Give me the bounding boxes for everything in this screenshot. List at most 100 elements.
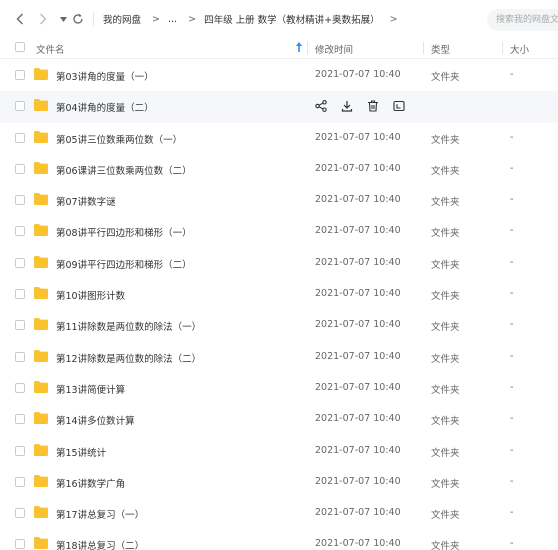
folder-icon xyxy=(34,537,48,550)
row-checkbox[interactable] xyxy=(15,226,25,237)
file-type: 文件夹 xyxy=(431,197,460,209)
row-checkbox[interactable] xyxy=(15,508,25,519)
file-name[interactable]: 第06课讲三位数乘两位数（二） xyxy=(56,163,192,177)
column-header-modified[interactable]: 修改时间 xyxy=(315,42,353,56)
table-row[interactable]: 第09讲平行四边形和梯形（二） 2021-07-07 10:40 文件夹 - xyxy=(0,248,558,279)
row-checkbox[interactable] xyxy=(15,289,25,300)
delete-icon[interactable] xyxy=(365,99,381,113)
search-input[interactable]: 搜索我的网盘文件 xyxy=(487,9,558,31)
file-name[interactable]: 第12讲除数是两位数的除法（二） xyxy=(56,351,201,365)
file-name[interactable]: 第17讲总复习（一） xyxy=(56,507,144,521)
row-checkbox[interactable] xyxy=(15,70,25,80)
folder-icon xyxy=(34,224,48,237)
column-header-size[interactable]: 大小 xyxy=(510,42,529,56)
file-name[interactable]: 第05讲三位数乘两位数（一） xyxy=(56,132,182,146)
column-header-name[interactable]: 文件名 xyxy=(36,42,65,56)
row-checkbox[interactable] xyxy=(15,163,25,174)
file-name[interactable]: 第16讲数学广角 xyxy=(56,476,125,490)
breadcrumb-home[interactable]: 我的网盘 xyxy=(103,12,141,26)
table-row[interactable]: 第05讲三位数乘两位数（一） 2021-07-07 10:40 文件夹 - xyxy=(0,123,558,154)
file-size: - xyxy=(510,288,514,300)
column-divider[interactable] xyxy=(423,42,424,54)
row-checkbox[interactable] xyxy=(15,132,25,143)
file-list: 第03讲角的度量（一） 2021-07-07 10:40 文件夹 - 第04讲角的度量（… xyxy=(0,60,558,550)
breadcrumb-separator: > xyxy=(188,13,197,25)
modified-time: 2021-07-07 10:40 xyxy=(315,475,401,487)
modified-time: 2021-07-07 10:40 xyxy=(315,225,401,237)
column-divider[interactable] xyxy=(307,42,308,54)
modified-time: 2021-07-07 10:40 xyxy=(315,256,401,268)
table-row[interactable]: 第15讲统计 2021-07-07 10:40 文件夹 - xyxy=(0,436,558,467)
table-row[interactable]: 第03讲角的度量（一） 2021-07-07 10:40 文件夹 - xyxy=(0,60,558,91)
file-name[interactable]: 第13讲简便计算 xyxy=(56,382,125,396)
file-name[interactable]: 第14讲多位数计算 xyxy=(56,413,135,427)
download-icon[interactable] xyxy=(339,99,355,113)
row-checkbox[interactable] xyxy=(15,320,25,331)
table-row[interactable]: 第14讲多位数计算 2021-07-07 10:40 文件夹 - xyxy=(0,404,558,435)
folder-icon xyxy=(34,443,48,456)
file-type: 文件夹 xyxy=(431,510,460,522)
refresh-icon[interactable] xyxy=(71,11,85,27)
table-row[interactable]: 第10讲图形计数 2021-07-07 10:40 文件夹 - xyxy=(0,279,558,310)
row-checkbox[interactable] xyxy=(15,101,25,112)
more-icon[interactable] xyxy=(391,99,407,113)
column-header-type[interactable]: 类型 xyxy=(431,42,450,56)
file-size: - xyxy=(510,131,514,143)
table-row[interactable]: 第07讲数字谜 2021-07-07 10:40 文件夹 - xyxy=(0,185,558,216)
breadcrumb-separator: > xyxy=(389,13,398,25)
table-row[interactable]: 第11讲除数是两位数的除法（一） 2021-07-07 10:40 文件夹 - xyxy=(0,310,558,341)
file-name[interactable]: 第18讲总复习（二） xyxy=(56,538,144,550)
file-size: - xyxy=(510,162,514,174)
history-dropdown-icon[interactable] xyxy=(58,11,68,27)
file-name[interactable]: 第08讲平行四边形和梯形（一） xyxy=(56,225,192,239)
file-name[interactable]: 第11讲除数是两位数的除法（一） xyxy=(56,319,201,333)
breadcrumb-current-folder[interactable]: 四年级 上册 数学（教材精讲+奥数拓展） xyxy=(204,12,380,26)
file-type: 文件夹 xyxy=(431,384,460,396)
forward-arrow-icon[interactable] xyxy=(36,11,50,27)
modified-time: 2021-07-07 10:40 xyxy=(315,413,401,425)
folder-icon xyxy=(34,99,48,112)
file-size: - xyxy=(510,319,514,331)
row-checkbox[interactable] xyxy=(15,414,25,425)
file-type: 文件夹 xyxy=(431,478,460,490)
row-actions xyxy=(313,99,407,113)
table-row[interactable]: 第04讲角的度量（二） xyxy=(0,91,558,123)
breadcrumb: 我的网盘 > ... > 四年级 上册 数学（教材精讲+奥数拓展） > xyxy=(103,12,400,27)
file-name[interactable]: 第03讲角的度量（一） xyxy=(56,69,154,83)
row-checkbox[interactable] xyxy=(15,351,25,362)
table-row[interactable]: 第12讲除数是两位数的除法（二） 2021-07-07 10:40 文件夹 - xyxy=(0,342,558,373)
file-name[interactable]: 第15讲统计 xyxy=(56,445,106,459)
folder-icon xyxy=(34,193,48,206)
table-row[interactable]: 第17讲总复习（一） 2021-07-07 10:40 文件夹 - xyxy=(0,498,558,529)
row-checkbox[interactable] xyxy=(15,445,25,456)
row-checkbox[interactable] xyxy=(15,382,25,393)
sort-arrow-icon[interactable] xyxy=(295,41,303,56)
navigation-bar: 我的网盘 > ... > 四年级 上册 数学（教材精讲+奥数拓展） > 搜索我的… xyxy=(0,0,558,38)
file-size: - xyxy=(510,444,514,456)
select-all-checkbox[interactable] xyxy=(15,42,25,52)
row-checkbox[interactable] xyxy=(15,195,25,206)
column-divider[interactable] xyxy=(502,42,503,54)
share-icon[interactable] xyxy=(313,99,329,113)
row-checkbox[interactable] xyxy=(15,476,25,487)
file-type: 文件夹 xyxy=(431,416,460,428)
table-row[interactable]: 第18讲总复习（二） 2021-07-07 10:40 文件夹 - xyxy=(0,529,558,550)
table-row[interactable]: 第16讲数学广角 2021-07-07 10:40 文件夹 - xyxy=(0,467,558,498)
back-arrow-icon[interactable] xyxy=(13,11,27,27)
file-type: 文件夹 xyxy=(431,322,460,334)
breadcrumb-ellipsis[interactable]: ... xyxy=(168,14,177,25)
file-name[interactable]: 第04讲角的度量（二） xyxy=(56,100,154,114)
row-checkbox[interactable] xyxy=(15,257,25,268)
table-row[interactable]: 第08讲平行四边形和梯形（一） 2021-07-07 10:40 文件夹 - xyxy=(0,216,558,247)
file-size: - xyxy=(510,507,514,519)
file-name[interactable]: 第10讲图形计数 xyxy=(56,288,125,302)
folder-icon xyxy=(34,412,48,425)
file-type: 文件夹 xyxy=(431,134,460,146)
modified-time: 2021-07-07 10:40 xyxy=(315,538,401,550)
file-name[interactable]: 第09讲平行四边形和梯形（二） xyxy=(56,257,192,271)
table-row[interactable]: 第13讲简便计算 2021-07-07 10:40 文件夹 - xyxy=(0,373,558,404)
row-checkbox[interactable] xyxy=(15,539,25,550)
table-row[interactable]: 第06课讲三位数乘两位数（二） 2021-07-07 10:40 文件夹 - xyxy=(0,154,558,185)
file-size: - xyxy=(510,381,514,393)
file-name[interactable]: 第07讲数字谜 xyxy=(56,194,116,208)
